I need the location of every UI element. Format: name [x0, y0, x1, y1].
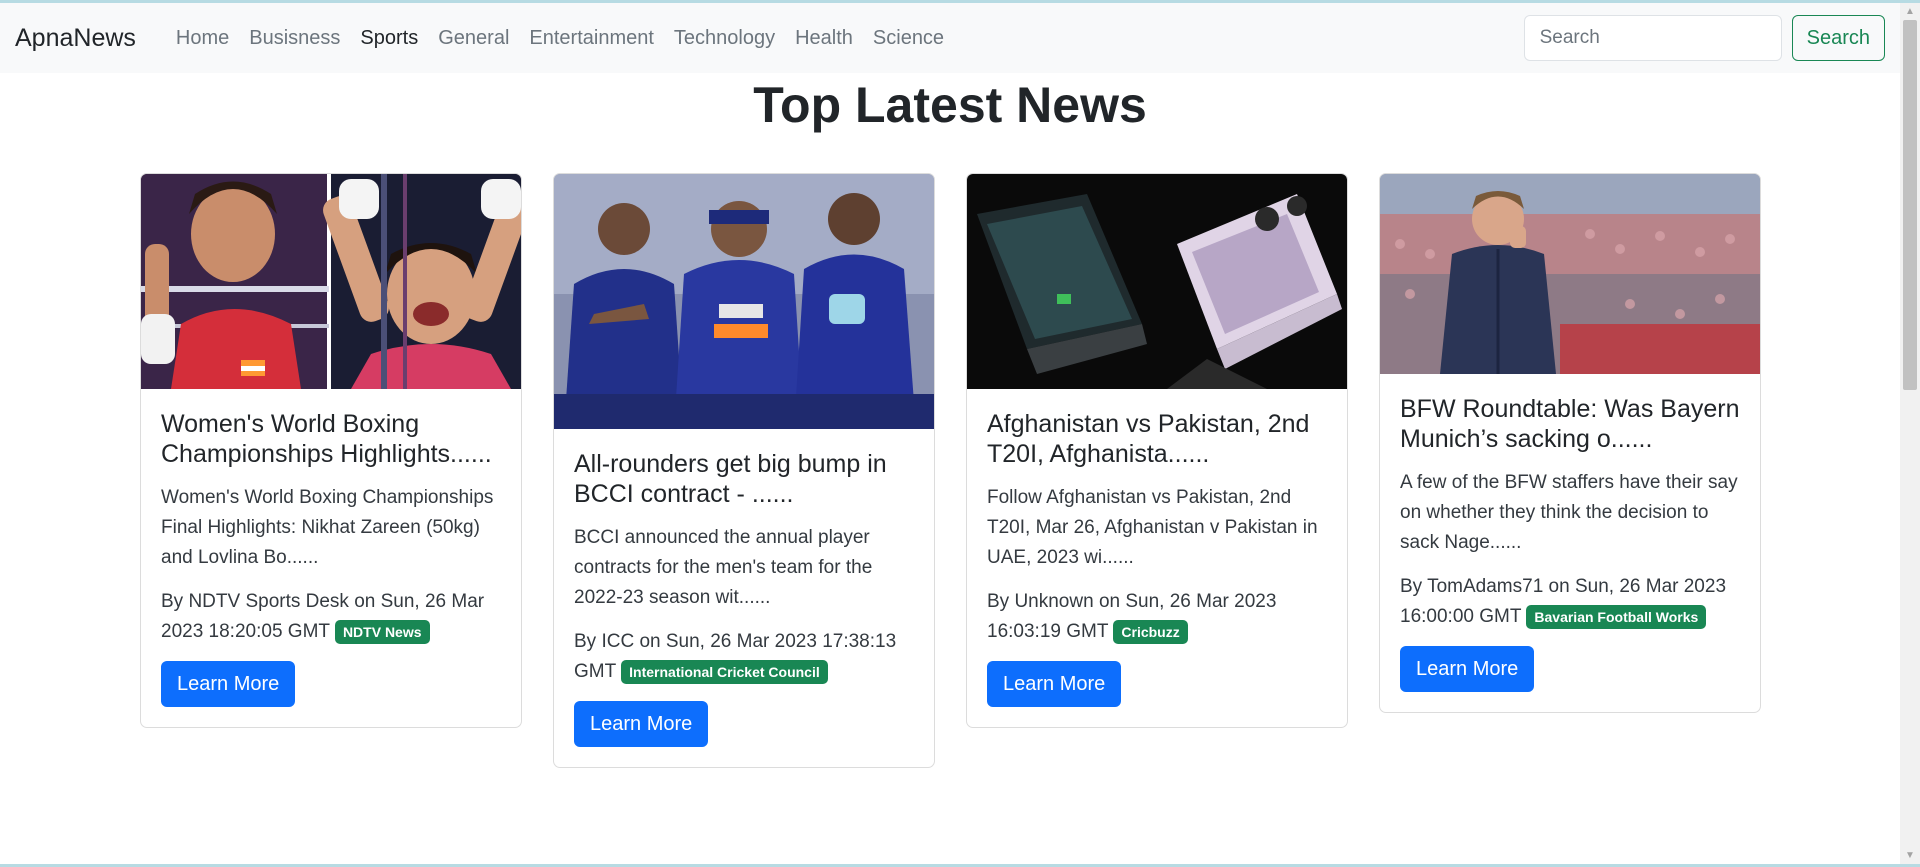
news-card: Afghanistan vs Pakistan, 2nd T20I, Afgha… — [966, 173, 1348, 728]
search-form: Search — [1523, 15, 1885, 61]
card-meta: By TomAdams71 on Sun, 26 Mar 2023 16:00:… — [1400, 572, 1740, 632]
learn-more-button[interactable]: Learn More — [1400, 646, 1535, 692]
card-text: A few of the BFW staffers have their say… — [1400, 472, 1738, 553]
page-scrollbar[interactable]: ▲ ▼ — [1900, 3, 1920, 864]
source-badge: Bavarian Football Works — [1526, 604, 1707, 629]
news-card: All-rounders get big bump in BCCI contra… — [553, 173, 935, 768]
nav-link-business[interactable]: Busisness — [239, 27, 350, 50]
nav-link-science[interactable]: Science — [863, 27, 954, 50]
news-image-football — [1380, 174, 1760, 374]
card-body: BFW Roundtable: Was Bayern Munich’s sack… — [1380, 374, 1760, 712]
search-input[interactable] — [1523, 15, 1782, 61]
news-card: Women's World Boxing Championships Highl… — [140, 173, 522, 728]
scroll-thumb[interactable] — [1903, 20, 1917, 390]
card-byline: By NDTV Sports Desk on Sun, 26 Mar 2023 … — [161, 591, 485, 642]
navbar: ApnaNews Home Busisness Sports General E… — [0, 3, 1900, 73]
source-badge: Cricbuzz — [1113, 619, 1188, 644]
source-badge: NDTV News — [334, 619, 430, 644]
nav-link-general[interactable]: General — [428, 27, 519, 50]
nav-link-technology[interactable]: Technology — [664, 27, 785, 50]
card-body: All-rounders get big bump in BCCI contra… — [554, 429, 934, 767]
page-title: Top Latest News — [753, 77, 1147, 133]
search-button[interactable]: Search — [1791, 15, 1885, 61]
nav-link-health[interactable]: Health — [785, 27, 863, 50]
card-meta: By Unknown on Sun, 26 Mar 2023 16:03:19 … — [987, 587, 1327, 647]
card-text: Follow Afghanistan vs Pakistan, 2nd T20I… — [987, 487, 1318, 568]
scroll-down-icon[interactable]: ▼ — [1900, 847, 1920, 864]
card-title: All-rounders get big bump in BCCI contra… — [574, 450, 887, 508]
source-badge: International Cricket Council — [621, 659, 828, 684]
news-image-phone — [967, 174, 1347, 389]
nav-links: Home Busisness Sports General Entertainm… — [166, 27, 954, 50]
card-text: Women's World Boxing Championships Final… — [161, 487, 494, 568]
scroll-up-icon[interactable]: ▲ — [1900, 3, 1920, 20]
nav-link-sports[interactable]: Sports — [350, 27, 428, 50]
news-cards: Women's World Boxing Championships Highl… — [140, 173, 1761, 768]
card-meta: By ICC on Sun, 26 Mar 2023 17:38:13 GMT … — [574, 627, 914, 687]
learn-more-button[interactable]: Learn More — [574, 701, 709, 747]
card-meta: By NDTV Sports Desk on Sun, 26 Mar 2023 … — [161, 587, 501, 647]
learn-more-button[interactable]: Learn More — [161, 661, 296, 707]
card-body: Women's World Boxing Championships Highl… — [141, 389, 521, 727]
news-image-cricket — [554, 174, 934, 429]
news-card: BFW Roundtable: Was Bayern Munich’s sack… — [1379, 173, 1761, 713]
news-image-boxing — [141, 174, 521, 389]
card-body: Afghanistan vs Pakistan, 2nd T20I, Afgha… — [967, 389, 1347, 727]
brand-logo[interactable]: ApnaNews — [15, 24, 136, 53]
nav-link-entertainment[interactable]: Entertainment — [519, 27, 664, 50]
nav-link-home[interactable]: Home — [166, 27, 239, 50]
learn-more-button[interactable]: Learn More — [987, 661, 1122, 707]
card-title: Afghanistan vs Pakistan, 2nd T20I, Afgha… — [987, 410, 1310, 468]
card-title: Women's World Boxing Championships Highl… — [161, 410, 492, 468]
card-title: BFW Roundtable: Was Bayern Munich’s sack… — [1400, 395, 1740, 453]
card-text: BCCI announced the annual player contrac… — [574, 527, 873, 608]
